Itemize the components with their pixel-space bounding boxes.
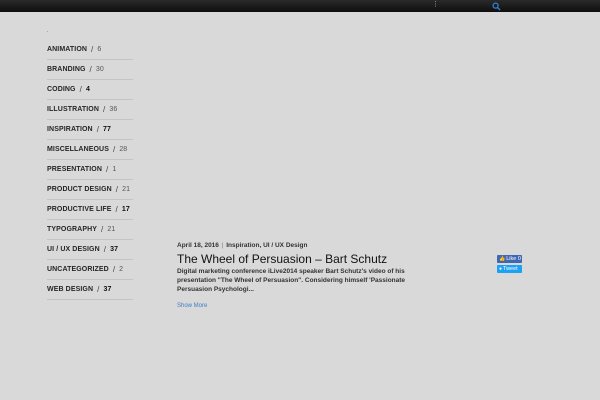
- category-name: Miscellaneous: [47, 145, 109, 153]
- category-item-coding[interactable]: Coding/4: [47, 80, 133, 100]
- category-separator: /: [96, 124, 100, 134]
- category-name: Product Design: [47, 185, 112, 193]
- category-separator: /: [112, 144, 116, 154]
- meta-separator: |: [219, 242, 226, 249]
- tweet-button[interactable]: ● Tweet: [497, 265, 522, 273]
- category-separator: /: [79, 84, 82, 94]
- show-more-link[interactable]: Show More: [177, 303, 207, 309]
- category-name: Presentation: [47, 165, 102, 173]
- category-count: 4: [85, 85, 90, 93]
- bird-icon: ●: [499, 266, 503, 272]
- category-count: 21: [122, 185, 131, 193]
- like-label: Like 0: [506, 256, 521, 262]
- category-separator: /: [103, 104, 106, 114]
- thumbs-up-icon: 👍: [499, 256, 506, 262]
- category-name: Animation: [47, 45, 88, 53]
- category-separator: /: [97, 284, 100, 294]
- category-list: Animation/6 Branding/30 Coding/4 Illustr…: [47, 40, 133, 300]
- blog-post: April 18, 2016 | Inspiration, UI / UX De…: [177, 241, 417, 312]
- tweet-label: Tweet: [503, 266, 518, 272]
- category-item-uncategorized[interactable]: Uncategorized/2: [47, 260, 133, 280]
- category-count: 21: [107, 225, 116, 233]
- post-meta: April 18, 2016 | Inspiration, UI / UX De…: [177, 241, 417, 250]
- category-count: 2: [119, 265, 124, 273]
- category-name: Inspiration: [47, 125, 93, 133]
- category-item-typography[interactable]: Typography/21: [47, 220, 133, 240]
- category-name: Productive Life: [47, 205, 112, 213]
- post-date: April 18, 2016: [177, 242, 219, 249]
- category-separator: /: [103, 244, 107, 254]
- category-item-miscellaneous[interactable]: Miscellaneous/28: [47, 140, 133, 160]
- top-navigation-bar: ⋮: [0, 0, 600, 12]
- category-item-productive-life[interactable]: Productive Life/17: [47, 200, 133, 220]
- category-count: 30: [95, 65, 104, 73]
- category-item-animation[interactable]: Animation/6: [47, 40, 133, 60]
- social-buttons: 👍 Like 0 ● Tweet: [497, 255, 523, 275]
- category-item-branding[interactable]: Branding/30: [47, 60, 133, 80]
- category-name: Illustration: [47, 105, 100, 113]
- category-count: 36: [109, 105, 118, 113]
- search-icon[interactable]: [492, 2, 501, 11]
- category-separator: /: [91, 44, 94, 54]
- category-item-illustration[interactable]: Illustration/36: [47, 100, 133, 120]
- category-separator: /: [112, 264, 116, 274]
- category-count: 77: [103, 125, 112, 133]
- category-count: 17: [121, 205, 130, 213]
- category-separator: /: [115, 204, 118, 214]
- category-count: 37: [103, 285, 112, 293]
- category-item-web-design[interactable]: Web Design/37: [47, 280, 133, 300]
- category-name: Web Design: [47, 285, 94, 293]
- post-excerpt: Digital marketing conference iLive2014 s…: [177, 268, 406, 293]
- category-separator: /: [89, 64, 92, 74]
- category-item-presentation[interactable]: Presentation /1: [47, 160, 133, 180]
- category-count: 37: [110, 245, 119, 253]
- post-title[interactable]: The Wheel of Persuasion – Bart Schutz: [177, 252, 417, 266]
- facebook-like-button[interactable]: 👍 Like 0: [497, 255, 522, 263]
- category-item-product-design[interactable]: Product Design/21: [47, 180, 133, 200]
- vertical-dots-icon[interactable]: ⋮: [432, 1, 439, 9]
- sidebar-marker: [47, 31, 48, 32]
- category-item-ui-ux-design[interactable]: UI / UX Design/37: [47, 240, 133, 260]
- category-count: 6: [97, 45, 102, 53]
- category-name: Branding: [47, 65, 86, 73]
- category-separator: /: [106, 164, 109, 174]
- category-item-inspiration[interactable]: Inspiration/77: [47, 120, 133, 140]
- category-name: Uncategorized: [47, 265, 109, 273]
- category-name: UI / UX Design: [47, 245, 100, 253]
- category-count: 28: [119, 145, 128, 153]
- category-separator: /: [115, 184, 119, 194]
- category-count: 1: [112, 165, 117, 173]
- category-name: Coding: [47, 85, 76, 93]
- post-categories[interactable]: Inspiration, UI / UX Design: [226, 242, 307, 249]
- category-name: Typography: [47, 225, 98, 233]
- category-separator: /: [101, 224, 104, 234]
